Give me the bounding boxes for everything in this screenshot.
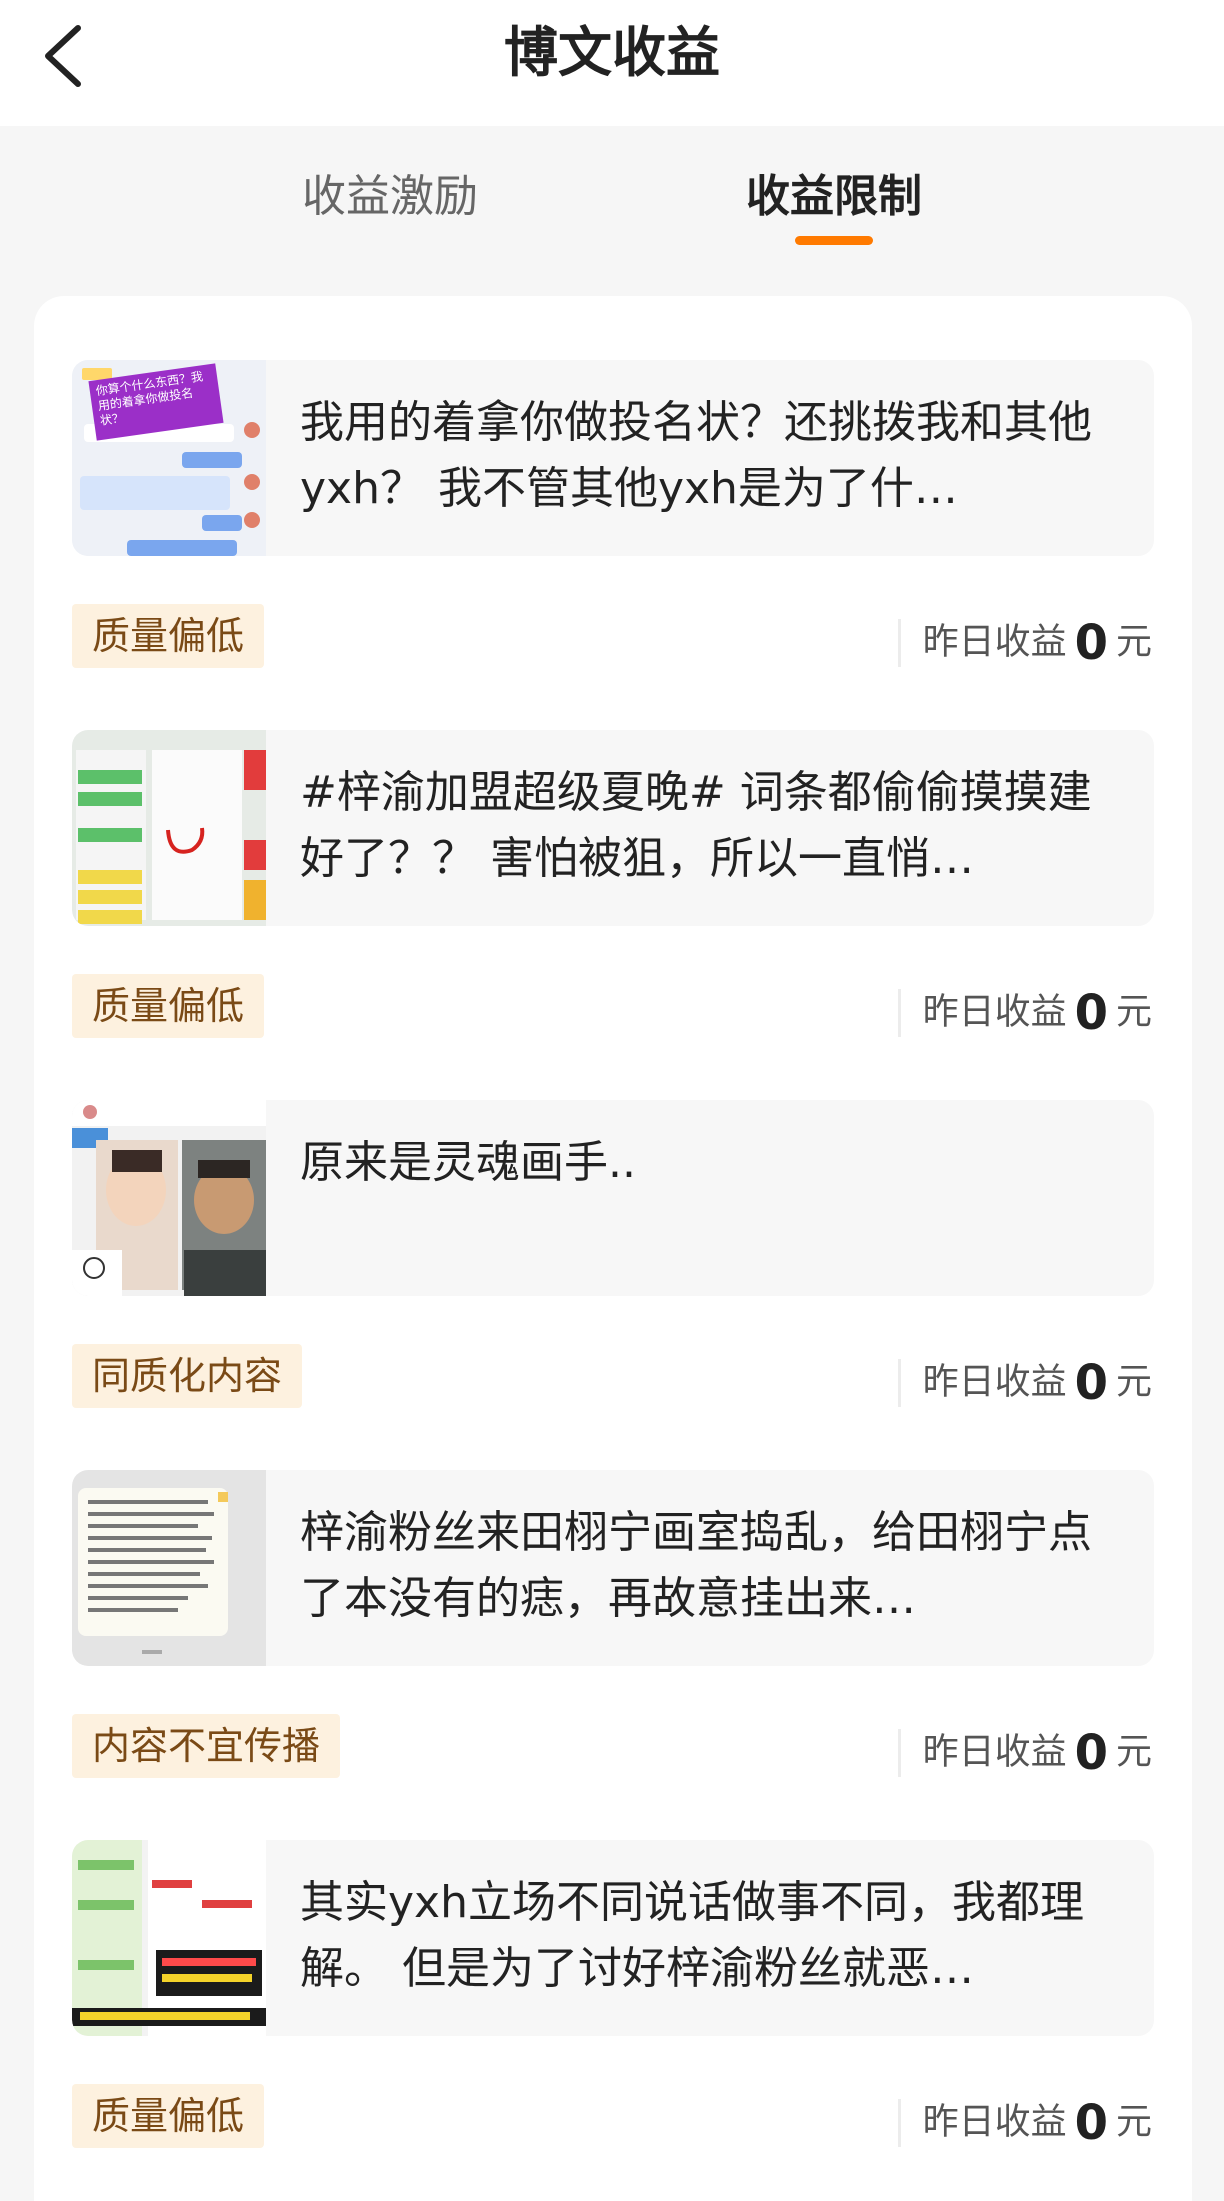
active-tab-indicator bbox=[795, 236, 873, 245]
post-text: 原来是灵魂画手.. bbox=[300, 1137, 636, 1188]
post-text: 其实yxh立场不同说话做事不同，我都理解。 但是为了讨好梓渝粉丝就恶… bbox=[300, 1877, 1084, 1994]
divider bbox=[897, 2098, 901, 2147]
post-text: 梓渝粉丝来田栩宁画室捣乱，给田栩宁点了本没有的痣，再故意挂出来… bbox=[300, 1507, 1092, 1624]
restriction-tag: 质量偏低 bbox=[72, 604, 265, 668]
post-thumbnail bbox=[72, 1100, 266, 1296]
divider bbox=[897, 988, 901, 1037]
yesterday-earnings: 昨日收益 0 元 bbox=[897, 1350, 1152, 1414]
restriction-tag: 内容不宜传播 bbox=[72, 1714, 341, 1778]
yesterday-earnings: 昨日收益 0 元 bbox=[897, 980, 1152, 1044]
tab-earnings-restriction[interactable]: 收益限制 bbox=[724, 162, 944, 232]
tab-earnings-incentive[interactable]: 收益激励 bbox=[280, 162, 500, 232]
divider bbox=[897, 618, 901, 667]
post-item[interactable]: 梓渝粉丝来田栩宁画室捣乱，给田栩宁点了本没有的痣，再故意挂出来… bbox=[72, 1470, 1154, 1666]
yesterday-earnings: 昨日收益 0 元 bbox=[897, 2090, 1152, 2154]
divider bbox=[897, 1728, 901, 1777]
post-item[interactable]: 原来是灵魂画手.. bbox=[72, 1100, 1154, 1296]
post-thumbnail bbox=[72, 730, 266, 926]
divider bbox=[897, 1358, 901, 1407]
post-item[interactable]: #梓渝加盟超级夏晚# 词条都偷偷摸摸建好了？？ 害怕被狙，所以一直悄… bbox=[72, 730, 1154, 926]
post-thumbnail bbox=[72, 1470, 266, 1666]
post-text: #梓渝加盟超级夏晚# 词条都偷偷摸摸建好了？？ 害怕被狙，所以一直悄… bbox=[300, 767, 1092, 884]
top-bar: 博文收益 bbox=[0, 0, 1224, 126]
yesterday-earnings: 昨日收益 0 元 bbox=[897, 610, 1152, 674]
post-item[interactable]: 其实yxh立场不同说话做事不同，我都理解。 但是为了讨好梓渝粉丝就恶… bbox=[72, 1840, 1154, 2036]
post-text: 我用的着拿你做投名状？还挑拨我和其他yxh？ 我不管其他yxh是为了什… bbox=[300, 397, 1092, 514]
post-item[interactable]: 你算个什么东西？我用的着拿你做投名状？ 我用的着拿你做投名状？还挑拨我和其他yx… bbox=[72, 360, 1154, 556]
page-title: 博文收益 bbox=[504, 21, 720, 84]
yesterday-earnings: 昨日收益 0 元 bbox=[897, 1720, 1152, 1784]
restriction-tag: 质量偏低 bbox=[72, 2084, 265, 2148]
post-thumbnail bbox=[72, 1840, 266, 2036]
tab-bar: 收益激励 收益限制 bbox=[0, 126, 1224, 264]
post-thumbnail: 你算个什么东西？我用的着拿你做投名状？ bbox=[72, 360, 266, 556]
restriction-tag: 同质化内容 bbox=[72, 1344, 303, 1408]
restriction-tag: 质量偏低 bbox=[72, 974, 265, 1038]
